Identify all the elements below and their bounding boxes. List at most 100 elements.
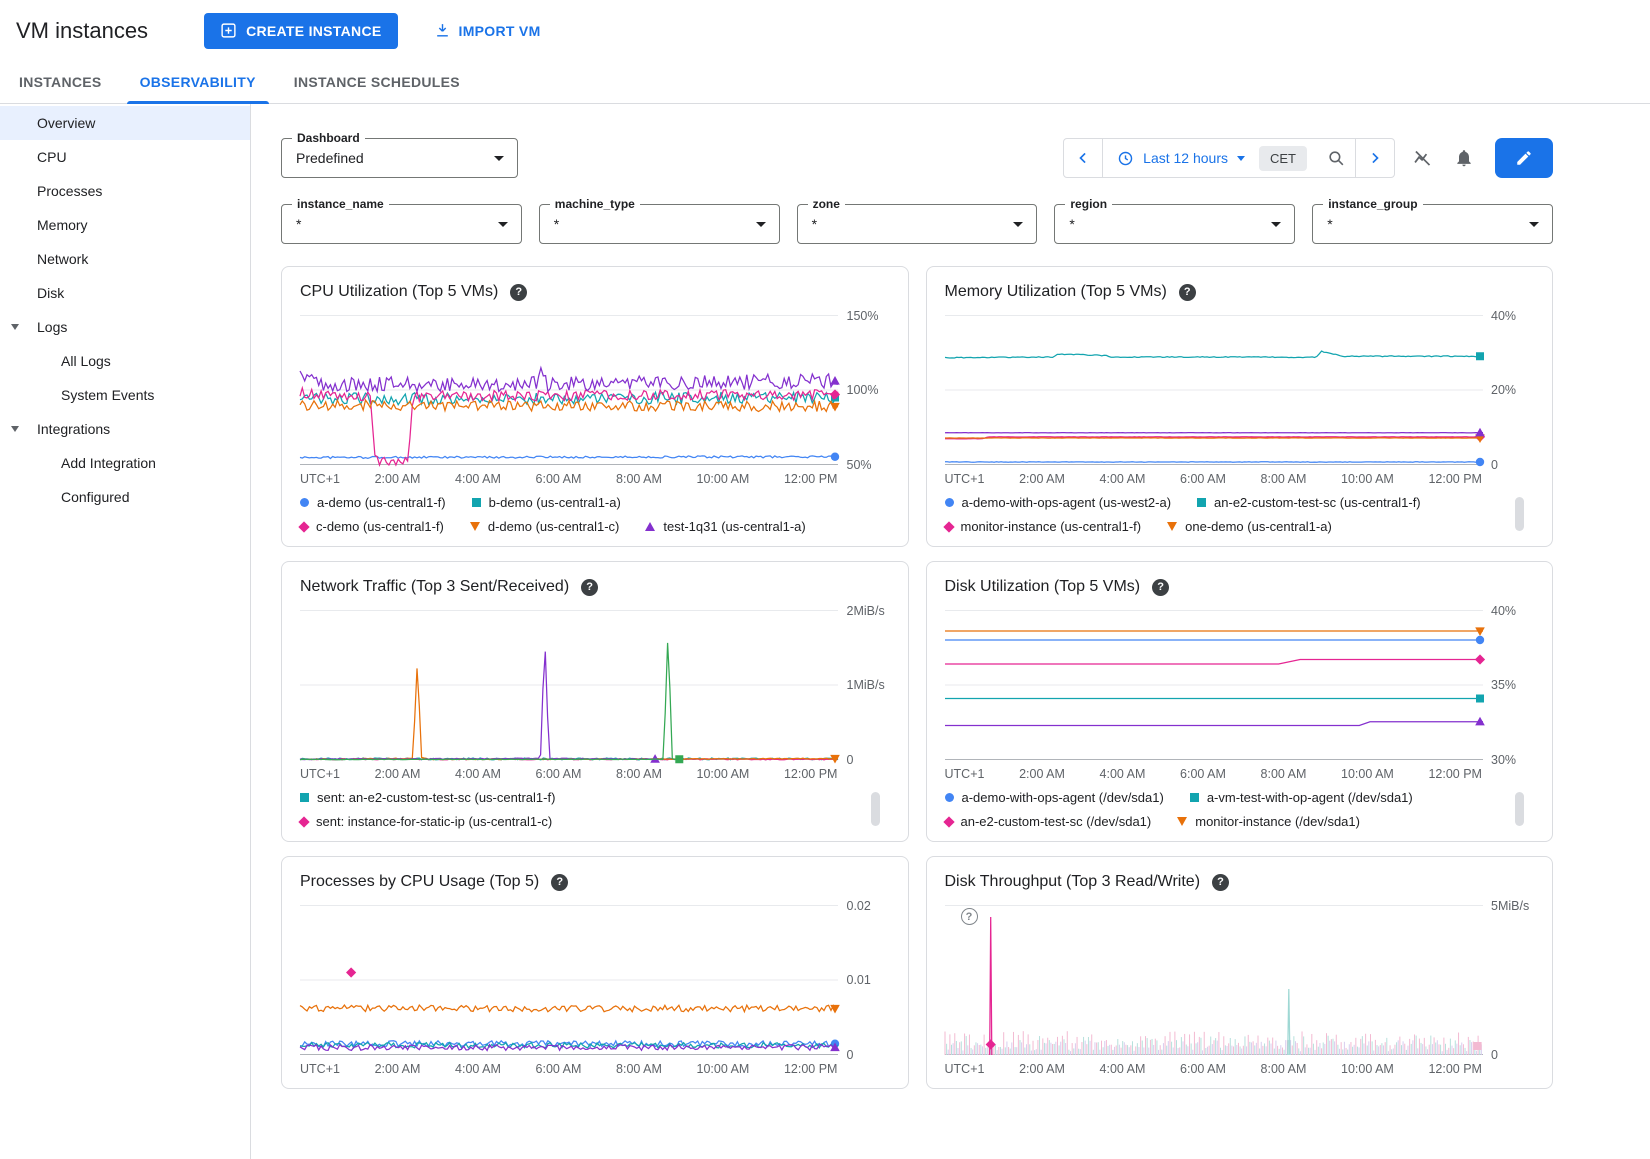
legend-label: a-vm-test-with-op-agent (/dev/sda1) — [1207, 790, 1413, 805]
legend-marker-diamond — [298, 521, 309, 532]
sidebar-item-configured[interactable]: Configured — [0, 480, 250, 514]
legend-item[interactable]: a-demo (us-central1-f) — [300, 495, 446, 510]
import-vm-button[interactable]: IMPORT VM — [424, 16, 551, 45]
legend-item[interactable]: monitor-instance (us-central1-f) — [945, 519, 1142, 534]
sidebar-item-label: Network — [37, 251, 88, 267]
edit-dashboard-button[interactable] — [1495, 138, 1553, 178]
tab-instances[interactable]: INSTANCES — [0, 61, 121, 103]
filter-region[interactable]: region* — [1054, 204, 1295, 244]
chevron-down-icon[interactable] — [11, 426, 19, 432]
sidebar-item-overview[interactable]: Overview — [0, 106, 250, 140]
sidebar-item-label: Processes — [37, 183, 102, 199]
sidebar-item-logs[interactable]: Logs — [0, 310, 250, 344]
chart-card-memory-utilization-top-5-vms: Memory Utilization (Top 5 VMs)40%20%0UTC… — [926, 266, 1554, 547]
x-axis-label: 10:00 AM — [1341, 767, 1394, 781]
legend-item[interactable]: an-e2-custom-test-sc (us-central1-f) — [1197, 495, 1421, 510]
sidebar-item-system-events[interactable]: System Events — [0, 378, 250, 412]
legend-marker-circle — [300, 498, 309, 507]
legend-marker-diamond — [943, 521, 954, 532]
legend-label: a-demo-with-ops-agent (/dev/sda1) — [962, 790, 1164, 805]
sidebar-item-label: Disk — [37, 285, 64, 301]
help-tooltip-icon[interactable] — [961, 908, 978, 925]
charts-grid: CPU Utilization (Top 5 VMs)150%100%50%UT… — [281, 266, 1553, 1089]
y-axis-label: 30% — [1491, 753, 1516, 767]
chevron-down-icon — [1529, 222, 1539, 227]
legend-item[interactable]: a-demo-with-ops-agent (us-west2-a) — [945, 495, 1172, 510]
zoom-button[interactable] — [1317, 139, 1355, 177]
filter-value: * — [554, 216, 559, 232]
legend-marker-circle — [945, 498, 954, 507]
filter-zone[interactable]: zone* — [797, 204, 1038, 244]
legend-row: sent: an-e2-custom-test-sc (us-central1-… — [300, 790, 838, 805]
x-axis-label: 8:00 AM — [1261, 767, 1307, 781]
legend-item[interactable]: sent: instance-for-static-ip (us-central… — [300, 814, 552, 829]
tab-instance-schedules[interactable]: INSTANCE SCHEDULES — [275, 61, 479, 103]
help-icon[interactable] — [1212, 874, 1229, 891]
create-instance-button[interactable]: CREATE INSTANCE — [204, 13, 397, 49]
sidebar-item-cpu[interactable]: CPU — [0, 140, 250, 174]
y-axis-label: 50% — [847, 458, 872, 472]
stats-off-button[interactable] — [1408, 144, 1437, 173]
x-axis-label: 2:00 AM — [375, 767, 421, 781]
sidebar-item-processes[interactable]: Processes — [0, 174, 250, 208]
legend-scrollbar[interactable] — [1515, 497, 1524, 531]
legend-item[interactable]: sent: an-e2-custom-test-sc (us-central1-… — [300, 790, 555, 805]
y-axis-label: 20% — [1491, 383, 1516, 397]
sidebar-item-all-logs[interactable]: All Logs — [0, 344, 250, 378]
chart-legend: a-demo (us-central1-f) b-demo (us-central… — [300, 495, 838, 534]
legend-label: an-e2-custom-test-sc (/dev/sda1) — [961, 814, 1152, 829]
legend-item[interactable]: a-demo-with-ops-agent (/dev/sda1) — [945, 790, 1164, 805]
x-axis-label: 4:00 AM — [455, 1062, 501, 1076]
sidebar-item-network[interactable]: Network — [0, 242, 250, 276]
main-content: Dashboard Predefined Last 12 hours CET — [251, 104, 1650, 1159]
legend-row: a-demo-with-ops-agent (/dev/sda1) a-vm-te… — [945, 790, 1483, 805]
sidebar-item-disk[interactable]: Disk — [0, 276, 250, 310]
series-line — [945, 660, 1483, 665]
tab-observability[interactable]: OBSERVABILITY — [121, 61, 275, 103]
alerts-bell-button[interactable] — [1450, 144, 1478, 172]
help-icon[interactable] — [1179, 284, 1196, 301]
filter-label: zone — [808, 197, 845, 211]
x-axis-label: 12:00 PM — [784, 767, 838, 781]
sidebar-item-memory[interactable]: Memory — [0, 208, 250, 242]
dashboard-select[interactable]: Dashboard Predefined — [281, 138, 518, 178]
time-forward-button[interactable] — [1355, 139, 1394, 177]
sidebar-item-add-integration[interactable]: Add Integration — [0, 446, 250, 480]
legend-marker-triangle-down — [470, 522, 480, 531]
legend-row: c-demo (us-central1-f) d-demo (us-central… — [300, 519, 838, 534]
help-icon[interactable] — [551, 874, 568, 891]
chart-canvas — [945, 610, 1483, 760]
legend-item[interactable]: an-e2-custom-test-sc (/dev/sda1) — [945, 814, 1152, 829]
y-axis-label: 0 — [847, 1048, 854, 1062]
legend-item[interactable]: a-vm-test-with-op-agent (/dev/sda1) — [1190, 790, 1413, 805]
x-axis-label: 8:00 AM — [616, 472, 662, 486]
legend-scrollbar[interactable] — [1515, 792, 1524, 826]
legend-item[interactable]: test-1q31 (us-central1-a) — [645, 519, 805, 534]
legend-item[interactable]: one-demo (us-central1-a) — [1167, 519, 1332, 534]
filter-instance-group[interactable]: instance_group* — [1312, 204, 1553, 244]
timezone-chip[interactable]: CET — [1259, 146, 1307, 171]
chart-title: Memory Utilization (Top 5 VMs) — [945, 283, 1167, 301]
filter-machine-type[interactable]: machine_type* — [539, 204, 780, 244]
legend-marker-square — [1197, 498, 1206, 507]
time-range-selector[interactable]: Last 12 hours — [1103, 150, 1259, 167]
x-axis-label: 6:00 AM — [1180, 472, 1226, 486]
chevron-down-icon[interactable] — [11, 324, 19, 330]
chart-legend: a-demo-with-ops-agent (/dev/sda1) a-vm-te… — [945, 790, 1483, 829]
legend-item[interactable]: d-demo (us-central1-c) — [470, 519, 620, 534]
legend-item[interactable]: c-demo (us-central1-f) — [300, 519, 444, 534]
x-axis-row: UTC+12:00 AM4:00 AM6:00 AM8:00 AM10:00 A… — [300, 472, 838, 486]
legend-scrollbar[interactable] — [871, 792, 880, 826]
clock-icon — [1117, 150, 1134, 167]
time-back-button[interactable] — [1064, 139, 1103, 177]
series-line — [300, 456, 838, 459]
help-icon[interactable] — [581, 579, 598, 596]
help-icon[interactable] — [1152, 579, 1169, 596]
legend-item[interactable]: b-demo (us-central1-a) — [472, 495, 621, 510]
help-icon[interactable] — [510, 284, 527, 301]
chevron-down-icon — [1271, 222, 1281, 227]
legend-item[interactable]: monitor-instance (/dev/sda1) — [1177, 814, 1360, 829]
sidebar-item-integrations[interactable]: Integrations — [0, 412, 250, 446]
filter-instance-name[interactable]: instance_name* — [281, 204, 522, 244]
legend-marker-square — [472, 498, 481, 507]
